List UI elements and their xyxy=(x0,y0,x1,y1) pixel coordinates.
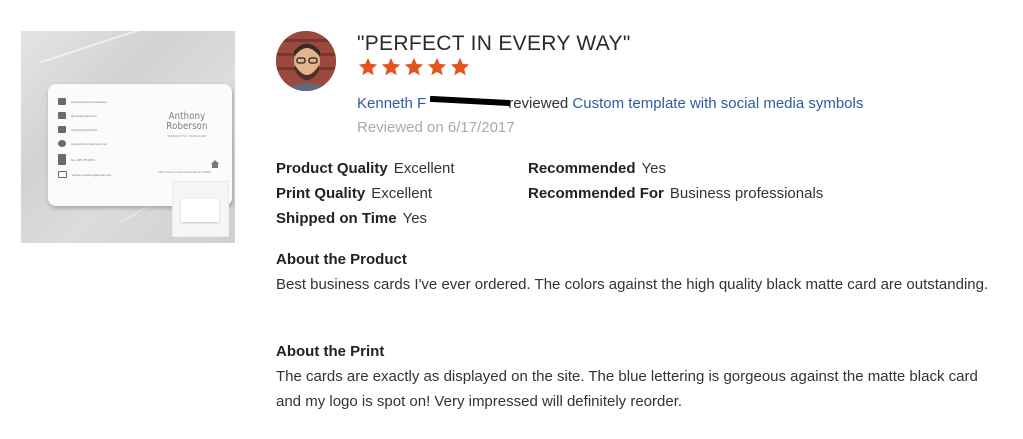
attr-product-quality: Product Quality Excellent xyxy=(276,160,455,177)
attr-print-quality: Print Quality Excellent xyxy=(276,185,432,202)
mini-card xyxy=(181,199,219,222)
reviewer-avatar xyxy=(276,31,336,91)
redaction-mark xyxy=(430,95,511,107)
marble-texture xyxy=(40,31,175,63)
about-print-text: The cards are exactly as displayed on th… xyxy=(276,368,978,410)
card-name-last: Roberson xyxy=(166,121,208,132)
attr-label: Shipped on Time xyxy=(276,210,397,227)
star-icon xyxy=(358,57,378,76)
attr-label: Recommended xyxy=(528,160,636,177)
mail-icon xyxy=(58,171,67,178)
card-row-text: @anthonyroberson xyxy=(71,113,97,118)
mini-card-thumbnail xyxy=(172,181,229,237)
card-row: anthonyroberson23 xyxy=(58,126,97,133)
star-icon xyxy=(404,57,424,76)
about-print-heading: About the Print xyxy=(276,343,385,360)
star-icon xyxy=(450,57,470,76)
reviewed-verb: reviewed xyxy=(508,95,569,112)
reviewer-line: Kenneth F reviewed Custom template with s… xyxy=(357,95,863,112)
product-link[interactable]: Custom template with social media symbol… xyxy=(572,95,863,112)
attr-label: Product Quality xyxy=(276,160,388,177)
attr-recommended-for: Recommended For Business professionals xyxy=(528,185,823,202)
card-role: MARKETING MANAGER xyxy=(167,134,207,138)
attr-value: Excellent xyxy=(371,185,433,202)
attr-value: Yes xyxy=(402,210,428,227)
attr-value: Business professionals xyxy=(669,185,824,202)
card-row-text: anthonyroberson@email.com xyxy=(72,172,112,177)
instagram-icon xyxy=(58,126,66,133)
card-row: @anthonyroberson xyxy=(58,112,97,119)
star-icon xyxy=(427,57,447,76)
card-row: anthonyrobersonmarketing xyxy=(58,98,107,105)
attr-value: Yes xyxy=(641,160,667,177)
card-row-text: anthonyrobersonmarketing xyxy=(71,99,107,104)
attr-label: Recommended For xyxy=(528,185,664,202)
star-rating xyxy=(357,56,471,78)
attr-label: Print Quality xyxy=(276,185,366,202)
about-product-heading: About the Product xyxy=(276,251,407,268)
card-row: Tel. 285 473 0974 xyxy=(58,154,95,165)
about-product-text: Best business cards I've ever ordered. T… xyxy=(276,276,989,293)
attr-value: Excellent xyxy=(393,160,455,177)
attr-recommended: Recommended Yes xyxy=(528,160,666,177)
attr-shipped-on-time: Shipped on Time Yes xyxy=(276,210,427,227)
avatar-image xyxy=(276,31,336,91)
card-row-text: anthonyroberson23 xyxy=(71,127,97,132)
phone-icon xyxy=(58,154,66,165)
card-name: Anthony Roberson xyxy=(157,112,217,132)
card-row: anthonyroberson@email.com xyxy=(58,171,111,178)
facebook-icon xyxy=(58,98,66,105)
card-address: 1227 Avenue of the Americas NY 10029 xyxy=(158,170,212,174)
review-title: "PERFECT IN EVERY WAY" xyxy=(357,32,631,55)
star-icon xyxy=(381,57,401,76)
globe-icon xyxy=(58,140,66,147)
card-row-text: www.anthonyroberson.com xyxy=(71,141,108,146)
reviewed-date: Reviewed on 6/17/2017 xyxy=(357,119,515,136)
twitter-icon xyxy=(58,112,66,119)
home-icon xyxy=(211,160,219,168)
card-row-text: Tel. 285 473 0974 xyxy=(71,157,95,162)
reviewer-name[interactable]: Kenneth F xyxy=(357,95,426,112)
product-thumbnail[interactable]: anthonyrobersonmarketing @anthonyroberso… xyxy=(21,31,235,243)
card-row: www.anthonyroberson.com xyxy=(58,140,107,147)
